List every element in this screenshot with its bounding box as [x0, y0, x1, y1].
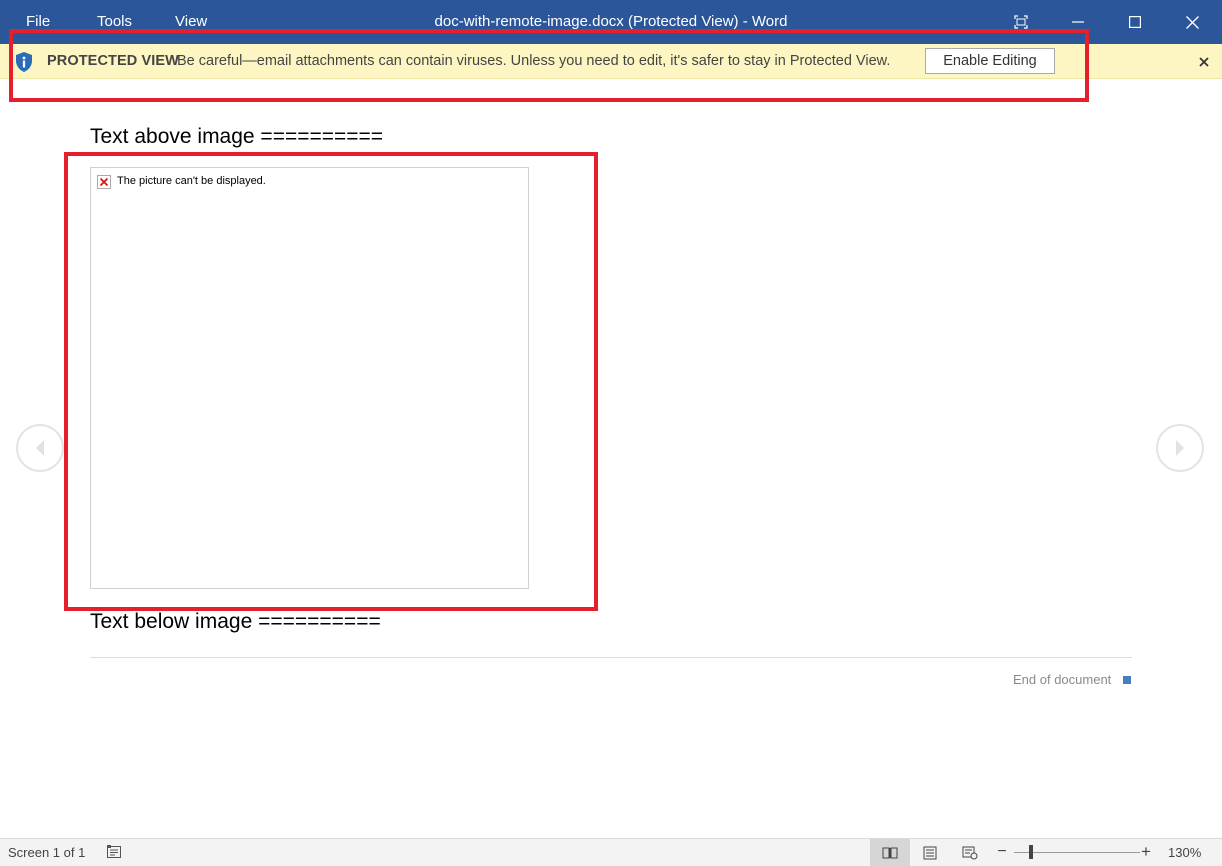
full-screen-icon	[1014, 15, 1028, 29]
web-layout-icon	[962, 846, 978, 859]
close-window-button[interactable]	[1164, 0, 1220, 44]
broken-image-message: The picture can't be displayed.	[117, 175, 266, 187]
previous-page-button[interactable]	[16, 424, 64, 472]
print-layout-button[interactable]	[910, 839, 950, 866]
zoom-out-button[interactable]: −	[995, 843, 1009, 861]
broken-image-placeholder: The picture can't be displayed.	[90, 167, 529, 589]
arrow-right-icon	[1176, 440, 1184, 456]
print-layout-icon	[923, 846, 937, 859]
status-bar: Screen 1 of 1 − + 130%	[0, 838, 1222, 866]
close-icon	[1185, 15, 1199, 29]
minimize-icon	[1072, 21, 1084, 23]
end-of-document-marker	[1123, 676, 1131, 684]
text-above-image: Text above image ==========	[90, 125, 384, 148]
menu-view[interactable]: View	[175, 13, 207, 30]
menu-tools[interactable]: Tools	[97, 13, 132, 30]
read-mode-button[interactable]	[870, 839, 910, 866]
web-layout-button[interactable]	[950, 839, 990, 866]
zoom-in-button[interactable]: +	[1139, 842, 1153, 862]
menu-file[interactable]: File	[26, 13, 50, 30]
zoom-level[interactable]: 130%	[1168, 845, 1201, 860]
zoom-slider-thumb[interactable]	[1029, 845, 1033, 859]
broken-image-icon	[97, 175, 111, 189]
document-statistics-icon[interactable]	[106, 844, 122, 860]
end-of-document-label: End of document	[1013, 672, 1112, 687]
protected-view-highlight	[9, 29, 1089, 102]
read-mode-icon	[882, 847, 898, 858]
maximize-button[interactable]	[1107, 0, 1163, 44]
maximize-icon	[1129, 16, 1141, 28]
next-page-button[interactable]	[1156, 424, 1204, 472]
close-bar-icon[interactable]	[1195, 53, 1213, 71]
text-below-image: Text below image ==========	[90, 610, 381, 633]
end-of-document-divider	[90, 657, 1132, 658]
arrow-left-icon	[36, 440, 44, 456]
screen-count: Screen 1 of 1	[8, 845, 86, 860]
